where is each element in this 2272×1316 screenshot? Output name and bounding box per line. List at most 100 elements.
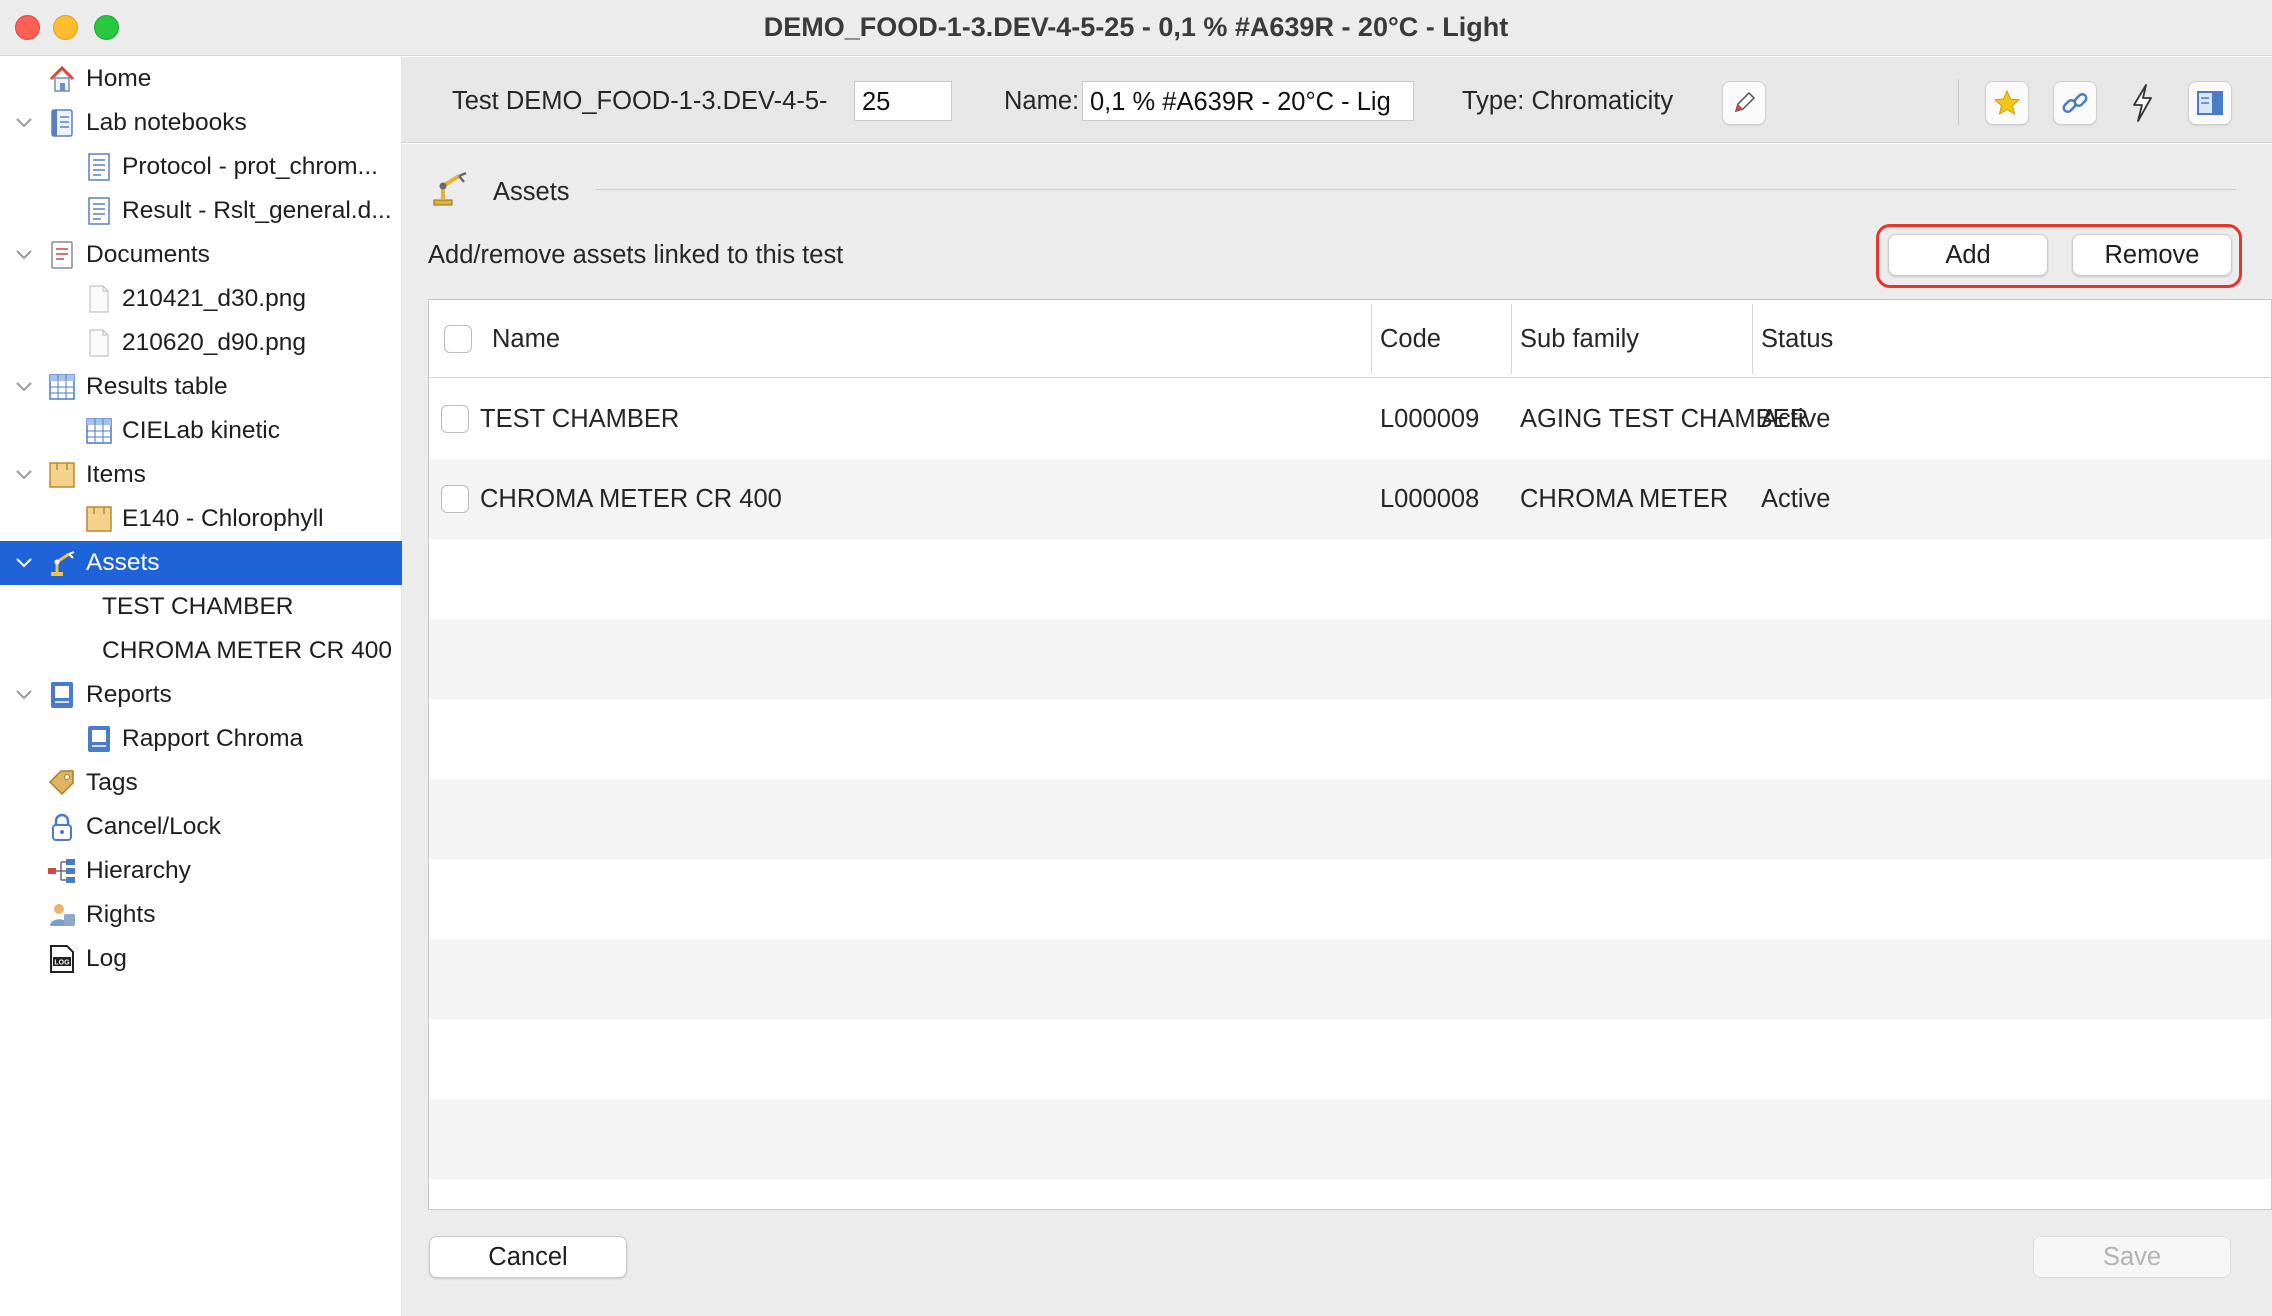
log-icon: LOG	[47, 944, 77, 974]
pencil-icon	[1734, 91, 1756, 113]
sidebar-item-label: Rights	[86, 901, 156, 928]
sidebar-item-label: Documents	[86, 241, 210, 268]
tag-icon	[47, 768, 77, 798]
chevron-down-icon[interactable]	[14, 553, 34, 573]
sidebar-item-results-table[interactable]: Results table	[0, 365, 402, 409]
column-divider[interactable]	[1371, 304, 1372, 374]
sidebar-item-label: Tags	[86, 769, 138, 796]
column-divider[interactable]	[1752, 304, 1753, 374]
sidebar-item-label: 210421_d30.png	[122, 285, 306, 312]
sidebar-item-assets[interactable]: Assets	[0, 541, 402, 585]
column-header-code[interactable]: Code	[1380, 325, 1441, 354]
favorite-button[interactable]	[1985, 81, 2029, 125]
sidebar-item-test-chamber[interactable]: TEST CHAMBER	[0, 585, 402, 629]
table-header: Name Code Sub family Status	[429, 300, 2271, 378]
table-row[interactable]: TEST CHAMBER L000009 AGING TEST CHAMBER …	[429, 379, 2271, 459]
notebook-icon	[47, 108, 77, 138]
lock-icon	[47, 812, 77, 842]
sidebar-item-label: Lab notebooks	[86, 109, 247, 136]
rights-icon	[47, 900, 77, 930]
file-icon	[84, 284, 114, 314]
sidebar-item-items[interactable]: Items	[0, 453, 402, 497]
empty-row	[429, 539, 2271, 619]
document-icon	[84, 196, 114, 226]
sidebar-item-result[interactable]: Result - Rslt_general.d...	[0, 189, 402, 233]
assets-table: Name Code Sub family Status TEST CHAMBER…	[428, 299, 2272, 1210]
section-description: Add/remove assets linked to this test	[428, 241, 844, 269]
chevron-down-icon[interactable]	[14, 465, 34, 485]
sidebar-item-tags[interactable]: Tags	[0, 761, 402, 805]
actions-button[interactable]	[2120, 81, 2164, 125]
assets-panel: Assets Add/remove assets linked to this …	[402, 144, 2272, 1316]
table-row[interactable]: CHROMA METER CR 400 L000008 CHROMA METER…	[429, 459, 2271, 539]
window-title: DEMO_FOOD-1-3.DEV-4-5-25 - 0,1 % #A639R …	[763, 12, 1509, 42]
table-icon	[84, 416, 114, 446]
name-label: Name:	[1004, 87, 1080, 115]
column-header-sub-family[interactable]: Sub family	[1520, 325, 1639, 354]
sidebar-item-rights[interactable]: Rights	[0, 893, 402, 937]
house-icon	[47, 64, 77, 94]
sidebar-item-file-d30[interactable]: 210421_d30.png	[0, 277, 402, 321]
robot-arm-icon	[433, 171, 467, 206]
column-header-name[interactable]: Name	[492, 325, 560, 354]
sidebar-item-label: Hierarchy	[86, 857, 191, 884]
row-checkbox[interactable]	[441, 485, 469, 513]
sidebar-item-label: Assets	[86, 549, 160, 576]
sidebar-item-e140-chlorophyll[interactable]: E140 - Chlorophyll	[0, 497, 402, 541]
column-header-status[interactable]: Status	[1761, 325, 1833, 354]
empty-row	[429, 859, 2271, 939]
sidebar-item-protocol[interactable]: Protocol - prot_chrom...	[0, 145, 402, 189]
sidebar-item-lab-notebooks[interactable]: Lab notebooks	[0, 101, 402, 145]
test-number-input[interactable]: 25	[854, 81, 952, 121]
navigation-sidebar: Home Lab notebooks Protocol - prot_chrom…	[0, 57, 402, 1316]
sidebar-item-log[interactable]: LOG Log	[0, 937, 402, 981]
chevron-down-icon[interactable]	[14, 113, 34, 133]
sidebar-item-chroma-meter[interactable]: CHROMA METER CR 400	[0, 629, 402, 673]
sidebar-item-documents[interactable]: Documents	[0, 233, 402, 277]
sidebar-item-label: Home	[86, 65, 152, 92]
empty-row	[429, 779, 2271, 859]
svg-text:LOG: LOG	[54, 960, 70, 967]
robot-arm-icon	[47, 548, 77, 578]
link-button[interactable]	[2053, 81, 2097, 125]
report-icon	[47, 680, 77, 710]
link-icon	[2062, 92, 2088, 114]
sidebar-item-label: Result - Rslt_general.d...	[122, 197, 392, 224]
chevron-down-icon[interactable]	[14, 377, 34, 397]
sidebar-item-home[interactable]: Home	[0, 57, 402, 101]
sidebar-item-hierarchy[interactable]: Hierarchy	[0, 849, 402, 893]
sidebar-item-label: CHROMA METER CR 400	[102, 637, 392, 664]
cell-sub-family: CHROMA METER	[1520, 485, 1729, 513]
sidebar-item-file-d90[interactable]: 210620_d90.png	[0, 321, 402, 365]
cancel-button[interactable]: Cancel	[429, 1236, 627, 1278]
add-asset-button[interactable]: Add	[1888, 234, 2048, 276]
name-input[interactable]: 0,1 % #A639R - 20°C - Lig	[1082, 81, 1414, 121]
chevron-down-icon[interactable]	[14, 245, 34, 265]
sidebar-item-rapport-chroma[interactable]: Rapport Chroma	[0, 717, 402, 761]
select-all-checkbox[interactable]	[444, 325, 472, 353]
panel-toggle-button[interactable]	[2188, 81, 2232, 125]
sidebar-item-label: Log	[86, 945, 127, 972]
box-icon	[84, 504, 114, 534]
save-button[interactable]: Save	[2033, 1236, 2231, 1278]
sidebar-item-cielab-kinetic[interactable]: CIELab kinetic	[0, 409, 402, 453]
sidebar-item-label: TEST CHAMBER	[102, 593, 294, 620]
empty-row	[429, 619, 2271, 699]
column-divider[interactable]	[1511, 304, 1512, 374]
empty-row	[429, 699, 2271, 779]
lightning-icon	[2133, 84, 2152, 122]
sidebar-item-label: CIELab kinetic	[122, 417, 280, 444]
chevron-down-icon[interactable]	[14, 685, 34, 705]
section-divider	[596, 189, 2236, 190]
file-icon	[84, 328, 114, 358]
edit-type-button[interactable]	[1722, 81, 1766, 125]
cell-status: Active	[1761, 405, 1831, 433]
toolbar-separator	[1958, 79, 1959, 125]
star-icon	[1993, 89, 2021, 116]
remove-asset-button[interactable]: Remove	[2072, 234, 2232, 276]
sidebar-item-cancel-lock[interactable]: Cancel/Lock	[0, 805, 402, 849]
row-checkbox[interactable]	[441, 405, 469, 433]
sidebar-item-reports[interactable]: Reports	[0, 673, 402, 717]
hierarchy-icon	[47, 856, 77, 886]
empty-row	[429, 939, 2271, 1019]
